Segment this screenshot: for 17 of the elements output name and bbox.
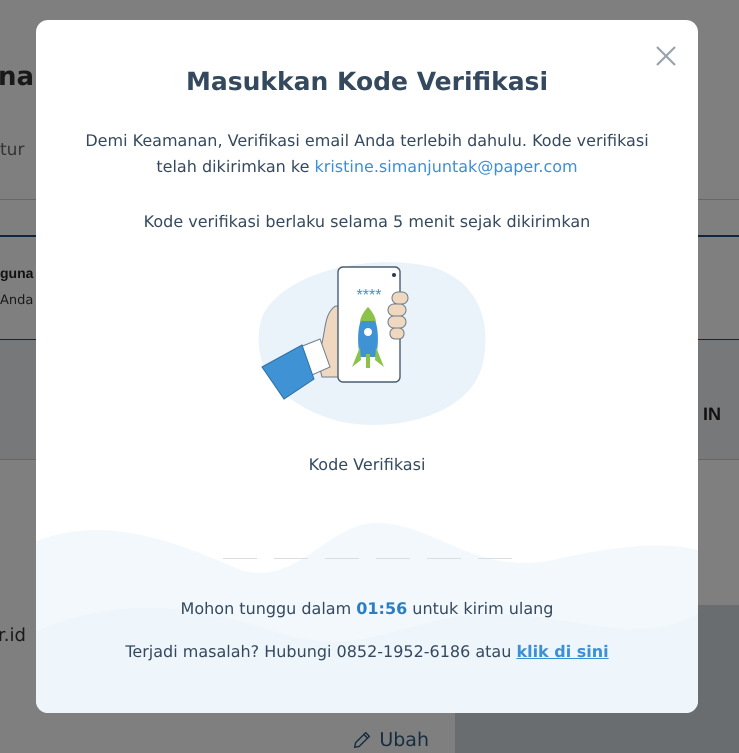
section-title: guna [0, 265, 34, 281]
password-mask: **** [356, 287, 382, 304]
section-note: Anda [0, 293, 34, 308]
tab-label[interactable]: tur [0, 140, 24, 160]
intro-text: Demi Keamanan, Verifikasi email Anda terlebih dahulu. Kode verifikasi telah dikirimkan ke kristine.simanjuntak@paper.com [84, 130, 650, 178]
edit-button[interactable]: Ubah [351, 729, 429, 751]
page-heading: na [0, 62, 34, 92]
resend-wait-text: Mohon tunggu dalam 01:56 untuk kirim ulang [180, 599, 554, 618]
email-link[interactable]: kristine.simanjuntak@paper.com [314, 157, 578, 176]
validity-text: Kode verifikasi berlaku selama 5 menit sejak dikirimkan [144, 212, 590, 231]
dialog-title: Masukkan Kode Verifikasi [186, 67, 548, 96]
email-value: r.id [0, 625, 26, 646]
code-label: Kode Verifikasi [308, 455, 426, 474]
help-text: Terjadi masalah? Hubungi 0852-1952-6186 atau klik di sini [125, 642, 609, 661]
side-label: IN [703, 404, 721, 425]
contact-link[interactable]: klik di sini [516, 642, 609, 661]
close-button[interactable] [654, 44, 678, 68]
